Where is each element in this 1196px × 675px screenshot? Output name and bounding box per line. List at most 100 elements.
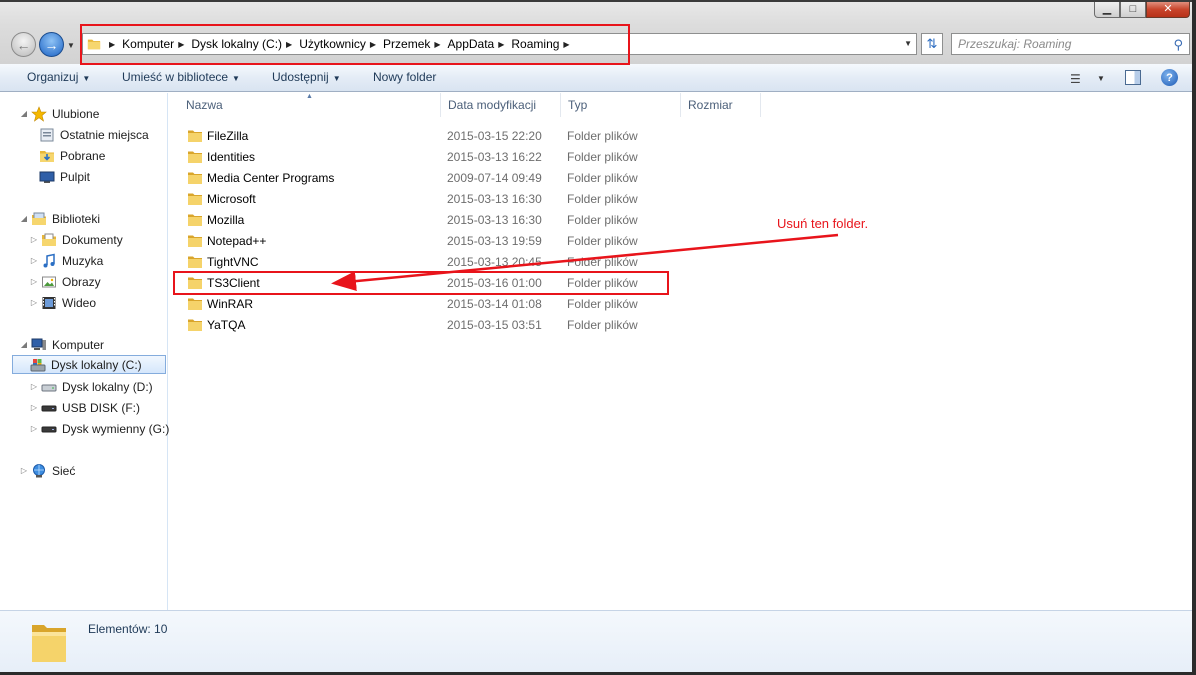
nav-recent-places[interactable]: Ostatnie miejsca [39, 125, 149, 144]
nav-documents[interactable]: ▷ Dokumenty [29, 230, 123, 249]
nav-computer[interactable]: ◢ Komputer [19, 335, 104, 354]
table-row[interactable]: TightVNC 2015-03-13 20:45 Folder plików [179, 251, 679, 272]
table-row[interactable]: Identities 2015-03-13 16:22 Folder plikó… [179, 146, 679, 167]
nav-drive-f-label: USB DISK (F:) [62, 400, 141, 415]
column-header-type[interactable]: Typ [561, 93, 681, 117]
nav-libraries-label: Biblioteki [52, 211, 101, 226]
folder-icon [188, 151, 202, 163]
nav-downloads[interactable]: Pobrane [39, 146, 105, 165]
preview-pane-icon[interactable] [1125, 70, 1141, 85]
nav-libraries[interactable]: ◢ Biblioteki [19, 209, 100, 228]
library-icon [32, 212, 46, 225]
file-type: Folder plików [567, 254, 638, 269]
chevron-down-icon: ▼ [332, 74, 341, 83]
table-row[interactable]: Mozilla 2015-03-13 16:30 Folder plików [179, 209, 679, 230]
expand-icon[interactable]: ▷ [29, 403, 39, 412]
close-button[interactable]: ✕ [1146, 0, 1190, 18]
nav-desktop[interactable]: Pulpit [39, 167, 90, 186]
column-header-size[interactable]: Rozmiar [681, 93, 761, 117]
table-row[interactable]: YaTQA 2015-03-15 03:51 Folder plików [179, 314, 679, 335]
expand-icon[interactable]: ▷ [29, 277, 39, 286]
annotation-address-highlight [80, 24, 630, 65]
nav-favorites[interactable]: ◢ Ulubione [19, 104, 99, 123]
window-controls: ▁ □ ✕ [1094, 0, 1190, 18]
removable-drive-icon [41, 426, 57, 432]
table-row[interactable]: FileZilla 2015-03-15 22:20 Folder plików [179, 125, 679, 146]
file-date: 2015-03-13 16:30 [447, 212, 542, 227]
file-name: FileZilla [207, 128, 249, 143]
file-name: Mozilla [207, 212, 245, 227]
navigation-pane: ◢ Ulubione Ostatnie miejsca Pobrane Pulp… [0, 93, 169, 610]
documents-icon [42, 233, 56, 246]
share-button[interactable]: Udostępnij ▼ [272, 70, 341, 84]
nav-desktop-label: Pulpit [60, 169, 91, 184]
expand-icon[interactable]: ▷ [29, 298, 39, 307]
minimize-button[interactable]: ▁ [1094, 0, 1120, 18]
file-name: TightVNC [207, 254, 259, 269]
nav-pictures-label: Obrazy [62, 274, 101, 289]
view-details-icon[interactable]: ☰ [1070, 72, 1081, 86]
expand-icon[interactable]: ▷ [29, 424, 39, 433]
nav-drive-c[interactable]: Dysk lokalny (C:) [12, 355, 166, 374]
back-button[interactable]: ← [11, 32, 36, 57]
expand-icon[interactable]: ▷ [19, 466, 29, 475]
search-input[interactable] [952, 34, 1162, 54]
nav-drive-f[interactable]: ▷ USB DISK (F:) [29, 398, 140, 417]
help-icon[interactable]: ? [1161, 69, 1178, 86]
recent-pages-dropdown[interactable]: ▼ [67, 41, 75, 50]
share-label: Udostępnij [272, 70, 329, 84]
table-row[interactable]: Media Center Programs 2009-07-14 09:49 F… [179, 167, 679, 188]
file-name: Microsoft [207, 191, 256, 206]
file-date: 2015-03-13 16:30 [447, 191, 542, 206]
table-row[interactable]: WinRAR 2015-03-14 01:08 Folder plików [179, 293, 679, 314]
file-date: 2015-03-13 20:45 [447, 254, 542, 269]
file-type: Folder plików [567, 191, 638, 206]
folder-icon [188, 130, 202, 142]
file-type: Folder plików [567, 233, 638, 248]
new-folder-button[interactable]: Nowy folder [373, 70, 436, 84]
include-library-button[interactable]: Umieść w bibliotece ▼ [122, 70, 240, 84]
music-icon [43, 253, 55, 267]
column-header-name[interactable]: Nazwa [179, 93, 441, 117]
table-row[interactable]: Notepad++ 2015-03-13 19:59 Folder plików [179, 230, 679, 251]
nav-network[interactable]: ▷ Sieć [19, 461, 75, 480]
organize-button[interactable]: Organizuj ▼ [27, 70, 90, 84]
table-row[interactable]: Microsoft 2015-03-13 16:30 Folder plików [179, 188, 679, 209]
file-type: Folder plików [567, 149, 638, 164]
column-header-date[interactable]: Data modyfikacji [441, 93, 561, 117]
expand-icon[interactable]: ▷ [29, 256, 39, 265]
network-icon [33, 463, 45, 477]
file-type: Folder plików [567, 128, 638, 143]
nav-favorites-label: Ulubione [52, 106, 100, 121]
file-name: YaTQA [207, 317, 246, 332]
file-date: 2015-03-13 19:59 [447, 233, 542, 248]
drive-icon [41, 384, 57, 391]
nav-pictures[interactable]: ▷ Obrazy [29, 272, 101, 291]
search-icon[interactable]: ⚲ [1173, 37, 1183, 53]
file-date: 2015-03-15 22:20 [447, 128, 542, 143]
nav-drive-g[interactable]: ▷ Dysk wymienny (G:) [29, 419, 169, 438]
expand-icon[interactable]: ▷ [29, 382, 39, 391]
nav-music[interactable]: ▷ Muzyka [29, 251, 103, 270]
collapse-icon[interactable]: ◢ [19, 340, 29, 349]
address-history-dropdown[interactable]: ▼ [904, 39, 912, 48]
pictures-icon [42, 276, 56, 287]
collapse-icon[interactable]: ◢ [19, 214, 29, 223]
arrow-right-icon: → [44, 36, 59, 53]
file-type: Folder plików [567, 170, 638, 185]
annotation-row-highlight [173, 271, 669, 295]
nav-videos[interactable]: ▷ Wideo [29, 293, 96, 312]
maximize-button[interactable]: □ [1120, 0, 1146, 18]
collapse-icon[interactable]: ◢ [19, 109, 29, 118]
nav-drive-d[interactable]: ▷ Dysk lokalny (D:) [29, 377, 153, 396]
search-box[interactable]: ⚲ [951, 33, 1190, 55]
refresh-button[interactable]: ⇅ [921, 33, 943, 55]
file-date: 2009-07-14 09:49 [447, 170, 542, 185]
view-options-dropdown[interactable]: ▼ [1097, 74, 1105, 83]
arrow-left-icon: ← [16, 36, 31, 53]
window-border [1192, 0, 1196, 675]
expand-icon[interactable]: ▷ [29, 235, 39, 244]
folder-icon [32, 625, 66, 662]
forward-button[interactable]: → [39, 32, 64, 57]
file-name: Media Center Programs [207, 170, 335, 185]
